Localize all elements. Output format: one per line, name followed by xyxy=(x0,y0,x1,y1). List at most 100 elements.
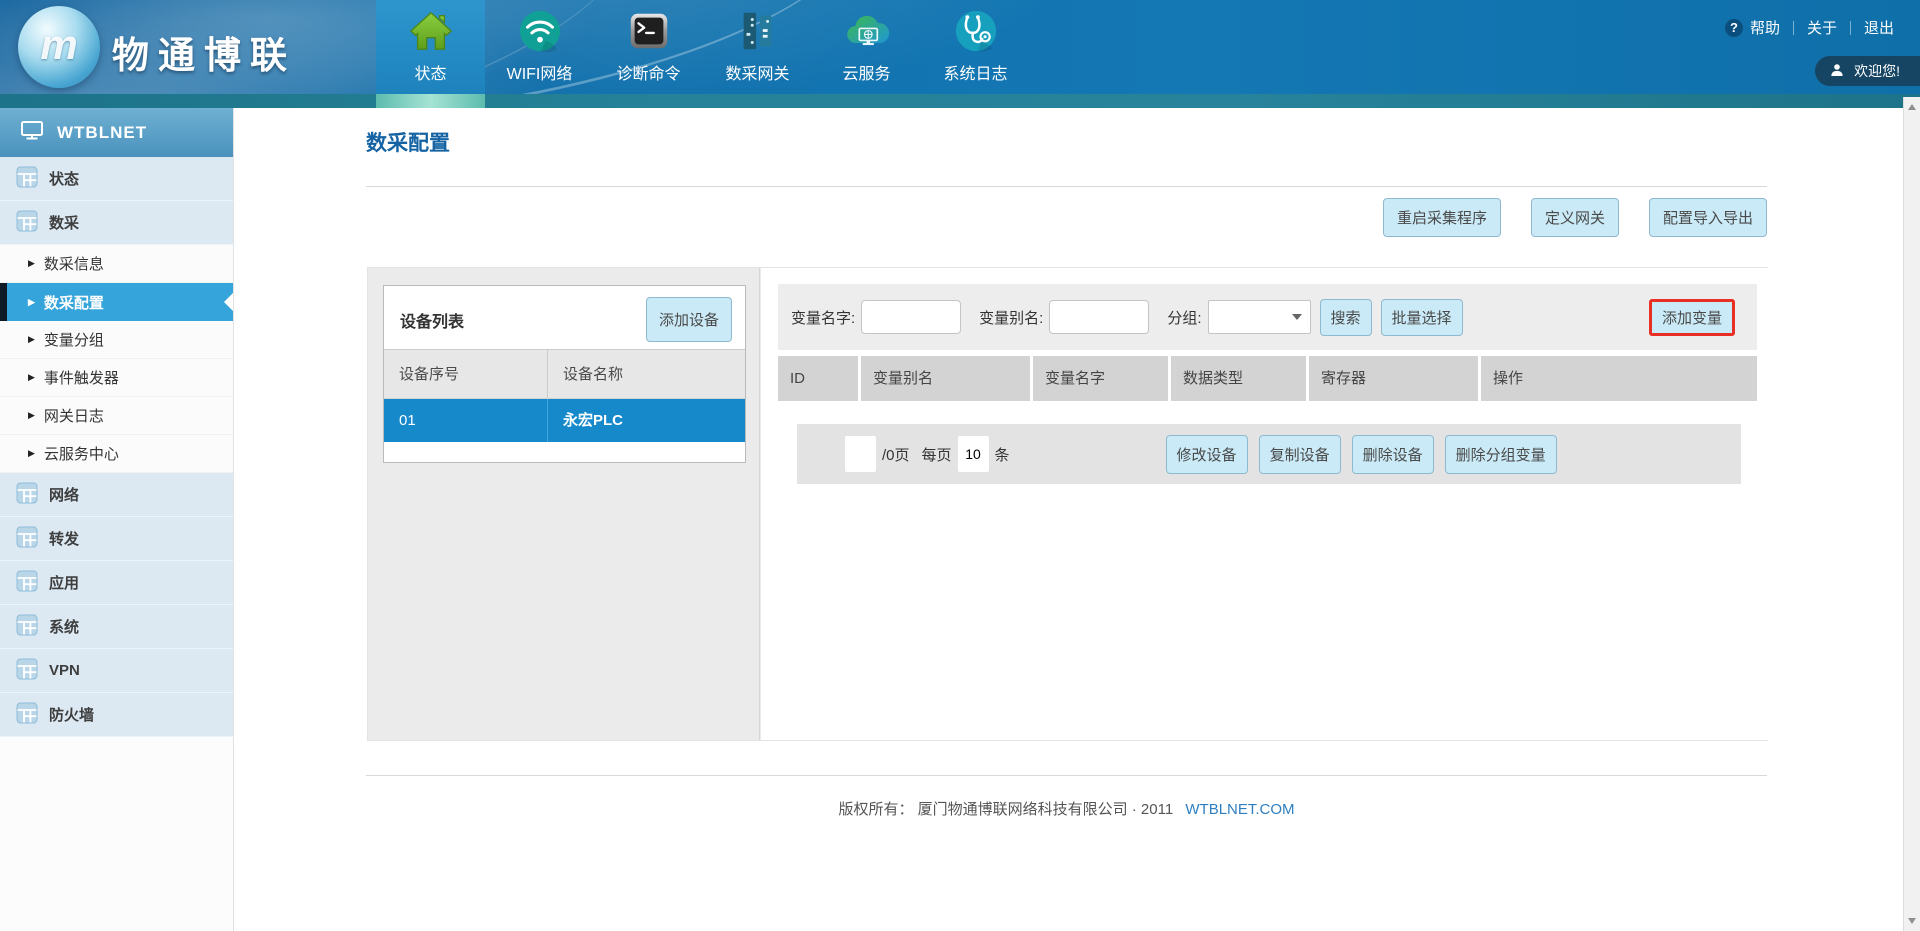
nav-tab-label: 诊断命令 xyxy=(616,60,680,84)
sidebar-title: WTBLNET xyxy=(57,123,147,143)
col-actions: 操作 xyxy=(1481,356,1757,401)
caret-right-icon: ▶ xyxy=(28,411,35,420)
sidebar-item-label: 事件触发器 xyxy=(44,367,119,388)
scroll-down-icon[interactable] xyxy=(1908,918,1916,924)
sidebar-item-label: 防火墙 xyxy=(49,704,94,725)
wifi-icon xyxy=(516,7,564,55)
col-register: 寄存器 xyxy=(1309,356,1481,401)
sidebar-item-cloud-center[interactable]: ▶ 云服务中心 xyxy=(0,435,233,473)
sidebar-item-acquisition-info[interactable]: ▶ 数采信息 xyxy=(0,245,233,283)
grid-icon xyxy=(16,210,38,236)
sidebar-item-label: VPN xyxy=(49,662,80,679)
device-table-header: 设备序号 设备名称 xyxy=(384,350,745,399)
sidebar-item-firewall[interactable]: 防火墙 xyxy=(0,693,233,737)
grid-icon xyxy=(16,570,38,596)
sidebar-item-forwarding[interactable]: 转发 xyxy=(0,517,233,561)
header-bottom-strip xyxy=(0,94,1920,108)
vertical-scrollbar[interactable] xyxy=(1903,97,1920,931)
title-divider xyxy=(366,186,1767,187)
nav-tab-label: 系统日志 xyxy=(943,60,1007,84)
modify-device-button[interactable]: 修改设备 xyxy=(1166,435,1248,474)
sidebar-item-application[interactable]: 应用 xyxy=(0,561,233,605)
batch-select-button[interactable]: 批量选择 xyxy=(1381,299,1463,336)
col-id: ID xyxy=(778,356,861,401)
per-page-label: 每页 xyxy=(922,444,952,465)
device-serial: 01 xyxy=(384,399,547,442)
link-divider xyxy=(1793,21,1794,35)
delete-device-button[interactable]: 删除设备 xyxy=(1352,435,1434,474)
sidebar-item-data-acquisition[interactable]: 数采 xyxy=(0,201,233,245)
sidebar-item-label: 变量分组 xyxy=(44,329,104,350)
add-device-button[interactable]: 添加设备 xyxy=(646,297,732,342)
sidebar-item-event-trigger[interactable]: ▶ 事件触发器 xyxy=(0,359,233,397)
sidebar-item-label: 数采信息 xyxy=(44,253,104,274)
footer-divider xyxy=(366,775,1767,776)
content-panel: 设备列表 添加设备 设备序号 设备名称 01 永宏PLC 变量名字: 变量别名: xyxy=(367,267,1768,741)
device-list-card: 设备列表 添加设备 设备序号 设备名称 01 永宏PLC xyxy=(383,285,746,463)
page-number-input[interactable] xyxy=(845,436,876,472)
sidebar-item-network[interactable]: 网络 xyxy=(0,473,233,517)
copy-device-button[interactable]: 复制设备 xyxy=(1259,435,1341,474)
sidebar-item-label: 网络 xyxy=(49,484,79,505)
welcome-badge: 欢迎您! xyxy=(1815,56,1920,86)
home-icon xyxy=(407,7,455,55)
col-name: 变量名字 xyxy=(1033,356,1171,401)
cloud-service-icon xyxy=(843,7,891,55)
sidebar-item-label: 转发 xyxy=(49,528,79,549)
restart-collector-button[interactable]: 重启采集程序 xyxy=(1383,198,1501,237)
grid-icon xyxy=(16,166,38,192)
sidebar-item-gateway-log[interactable]: ▶ 网关日志 xyxy=(0,397,233,435)
top-header: m 物通博联 状态 xyxy=(0,0,1920,108)
variable-table-header: ID 变量别名 变量名字 数据类型 寄存器 操作 xyxy=(778,356,1757,401)
about-link[interactable]: 关于 xyxy=(1807,17,1837,38)
stethoscope-icon xyxy=(952,7,1000,55)
nav-tab-cloud[interactable]: 云服务 xyxy=(812,0,921,94)
variable-section: 变量名字: 变量别名: 分组: 搜索 批量选择 添加变量 ID 变量别名 变量名… xyxy=(761,268,1768,740)
search-button[interactable]: 搜索 xyxy=(1320,299,1372,336)
variable-name-label: 变量名字: xyxy=(791,307,855,328)
logo-letter: m xyxy=(40,21,77,69)
copyright-text: 版权所有： 厦门物通博联网络科技有限公司 · 2011 xyxy=(838,801,1173,818)
sidebar-item-system[interactable]: 系统 xyxy=(0,605,233,649)
unit-label: 条 xyxy=(995,444,1010,465)
footer-link[interactable]: WTBLNET.COM xyxy=(1185,801,1294,818)
sidebar-item-variable-group[interactable]: ▶ 变量分组 xyxy=(0,321,233,359)
sidebar-item-status[interactable]: 状态 xyxy=(0,157,233,201)
top-nav: 状态 WIFI网络 xyxy=(376,0,1030,94)
device-name: 永宏PLC xyxy=(547,399,745,442)
define-gateway-button[interactable]: 定义网关 xyxy=(1531,198,1619,237)
sidebar-item-acquisition-config[interactable]: ▶ 数采配置 xyxy=(0,283,233,321)
delete-group-variables-button[interactable]: 删除分组变量 xyxy=(1445,435,1557,474)
nav-tab-gateway[interactable]: 数采网关 xyxy=(703,0,812,94)
grid-icon xyxy=(16,482,38,508)
sidebar-header: WTBLNET xyxy=(0,108,233,157)
monitor-icon xyxy=(20,118,44,147)
help-link[interactable]: 帮助 xyxy=(1750,17,1780,38)
logout-link[interactable]: 退出 xyxy=(1864,17,1894,38)
sidebar-item-label: 云服务中心 xyxy=(44,443,119,464)
scroll-up-icon[interactable] xyxy=(1908,104,1916,110)
nav-tab-diagnostics[interactable]: 诊断命令 xyxy=(594,0,703,94)
nav-tab-wifi[interactable]: WIFI网络 xyxy=(485,0,594,94)
variable-alias-label: 变量别名: xyxy=(979,307,1043,328)
device-list-section: 设备列表 添加设备 设备序号 设备名称 01 永宏PLC xyxy=(368,268,760,740)
nav-tab-syslog[interactable]: 系统日志 xyxy=(921,0,1030,94)
add-variable-button[interactable]: 添加变量 xyxy=(1649,299,1735,336)
per-page-input[interactable] xyxy=(958,436,989,472)
caret-right-icon: ▶ xyxy=(28,373,35,382)
sidebar-item-label: 状态 xyxy=(49,168,79,189)
sidebar-item-label: 网关日志 xyxy=(44,405,104,426)
grid-icon xyxy=(16,658,38,684)
caret-right-icon: ▶ xyxy=(28,449,35,458)
device-row-selected[interactable]: 01 永宏PLC xyxy=(384,399,745,442)
config-import-export-button[interactable]: 配置导入导出 xyxy=(1649,198,1767,237)
col-datatype: 数据类型 xyxy=(1171,356,1309,401)
sidebar-item-vpn[interactable]: VPN xyxy=(0,649,233,693)
variable-alias-input[interactable] xyxy=(1049,300,1149,334)
nav-tab-status[interactable]: 状态 xyxy=(376,0,485,94)
group-select[interactable] xyxy=(1208,300,1311,334)
sidebar-item-label: 数采配置 xyxy=(44,292,104,313)
variable-name-input[interactable] xyxy=(861,300,961,334)
sidebar-item-label: 数采 xyxy=(49,212,79,233)
welcome-text: 欢迎您! xyxy=(1854,61,1900,81)
